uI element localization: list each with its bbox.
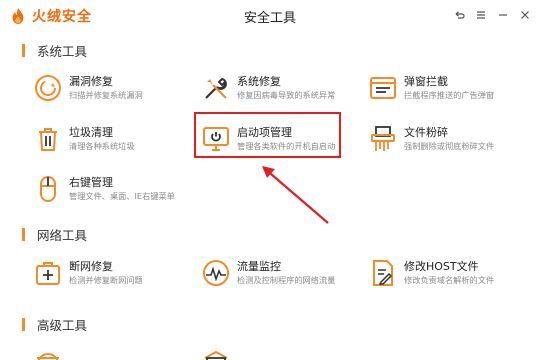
window-controls — [448, 5, 536, 25]
menu-button[interactable] — [470, 5, 492, 25]
back-icon — [455, 11, 465, 19]
tool-traffic-monitor[interactable]: 流量监控 检测及控制程序的网络流量 — [201, 258, 369, 298]
tool-name: 断网修复 — [69, 260, 113, 273]
tool-desc: 检测及控制程序的网络流量 — [237, 275, 336, 285]
tool-desc: 检测并修复断网问题 — [69, 275, 143, 285]
first-aid-icon — [33, 258, 63, 288]
tool-advanced-partial-2[interactable] — [201, 348, 369, 360]
tool-name: 流量监控 — [237, 260, 281, 273]
tool-edit-hosts[interactable]: 修改HOST文件 修改负责域名解析的文件 — [368, 258, 536, 298]
tool-desc: 修改负责域名解析的文件 — [404, 275, 495, 285]
tool-desc: 拦截程序推送的广告弹窗 — [404, 90, 495, 100]
section-accent-bar — [22, 44, 25, 57]
back-button[interactable] — [448, 5, 470, 25]
section-title: 网络工具 — [37, 228, 88, 243]
tool-desc: 修复因病毒导致的系统异常 — [237, 90, 336, 100]
title-bar: 火绒安全 安全工具 — [0, 0, 540, 30]
tool-name: 垃圾清理 — [69, 126, 113, 139]
close-button[interactable] — [514, 5, 536, 25]
highlight-box — [194, 112, 341, 158]
tool-system-repair[interactable]: 系统修复 修复因病毒导致的系统异常 — [201, 73, 369, 113]
partial-tool-icon — [33, 348, 63, 360]
tool-desc: 清理各种系统垃圾 — [69, 141, 135, 151]
tool-name: 修改HOST文件 — [404, 260, 479, 273]
tool-name: 漏洞修复 — [69, 75, 113, 88]
tool-desc: 管理文件、桌面、IE右键菜单 — [69, 191, 175, 201]
tool-network-repair[interactable]: 断网修复 检测并修复断网问题 — [33, 258, 201, 298]
gauge-icon — [201, 258, 231, 288]
tool-advanced-partial-1[interactable] — [33, 348, 201, 360]
section-advanced-tools: 高级工具 — [22, 315, 87, 334]
popup-window-icon — [368, 73, 398, 103]
wrench-screwdriver-icon — [201, 73, 231, 103]
section-title: 高级工具 — [37, 318, 88, 333]
section-title: 系统工具 — [37, 44, 88, 59]
tool-desc: 扫描并修复系统漏洞 — [69, 90, 143, 100]
minimize-icon — [499, 14, 507, 16]
mouse-icon — [33, 174, 63, 204]
tool-name: 弹窗拦截 — [404, 75, 448, 88]
tool-file-shredder[interactable]: 文件粉碎 强制删除或彻底粉碎文件 — [368, 124, 536, 164]
trash-icon — [33, 124, 63, 154]
tool-junk-cleanup[interactable]: 垃圾清理 清理各种系统垃圾 — [33, 124, 201, 164]
menu-icon — [477, 11, 485, 19]
partial-tool-icon — [201, 348, 231, 360]
section-network-tools: 网络工具 — [22, 225, 87, 244]
minimize-button[interactable] — [492, 5, 514, 25]
tool-vulnerability-fix[interactable]: 漏洞修复 扫描并修复系统漏洞 — [33, 73, 201, 113]
tool-desc: 强制删除或彻底粉碎文件 — [404, 141, 495, 151]
refresh-circle-icon — [33, 73, 63, 103]
tool-name: 系统修复 — [237, 75, 281, 88]
section-system-tools: 系统工具 — [22, 41, 87, 60]
close-icon — [521, 11, 529, 19]
tool-name: 文件粉碎 — [404, 126, 448, 139]
section-accent-bar — [22, 228, 25, 241]
tool-popup-blocker[interactable]: 弹窗拦截 拦截程序推送的广告弹窗 — [368, 73, 536, 113]
tool-context-menu-manager[interactable]: 右键管理 管理文件、桌面、IE右键菜单 — [33, 174, 201, 214]
edit-file-icon — [368, 258, 398, 288]
tool-name: 右键管理 — [69, 176, 113, 189]
section-accent-bar — [22, 318, 25, 331]
shredder-icon — [368, 124, 398, 154]
